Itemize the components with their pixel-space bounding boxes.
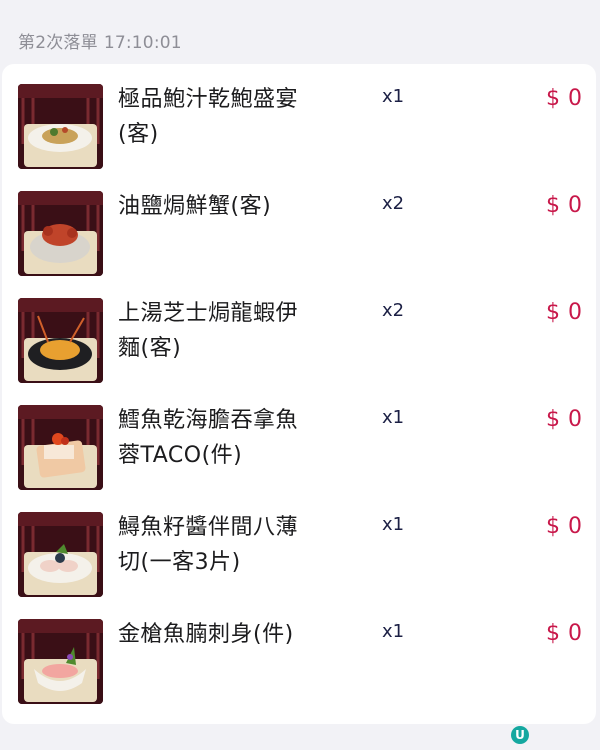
item-name: 鱈魚乾海膽吞拿魚蓉TACO(件)	[118, 408, 299, 468]
brand-watermark-icon: U	[511, 726, 529, 744]
order-item[interactable]: 鱈魚乾海膽吞拿魚蓉TACO(件) x1 $0	[2, 385, 596, 492]
order-item[interactable]: 金槍魚腩刺身(件) x1 $0	[2, 599, 596, 706]
order-item[interactable]: 極品鮑汁乾鮑盛宴(客) x1 $0	[2, 64, 596, 171]
dish-carpaccio-image	[18, 512, 103, 597]
item-name: 金槍魚腩刺身(件)	[118, 622, 294, 647]
item-name: 上湯芝士焗龍蝦伊麵(客)	[118, 301, 299, 361]
item-price-value: 0	[568, 514, 582, 539]
item-price: $0	[546, 514, 582, 539]
dish-abalone-image	[18, 84, 103, 169]
order-items-card: 極品鮑汁乾鮑盛宴(客) x1 $0 油鹽焗鮮蟹(客) x2 $0 上湯芝士焗龍蝦…	[2, 64, 596, 724]
item-quantity: x1	[381, 514, 405, 535]
order-time: 17:10:01	[103, 33, 182, 53]
item-quantity: x1	[381, 407, 405, 428]
item-price: $0	[546, 407, 582, 432]
order-item[interactable]: 鱘魚籽醬伴間八薄切(一客3片) x1 $0	[2, 492, 596, 599]
item-price: $0	[546, 193, 582, 218]
order-round-label: 第2次落單	[18, 33, 98, 53]
item-quantity: x2	[381, 300, 405, 321]
item-price: $0	[546, 300, 582, 325]
order-item[interactable]: 上湯芝士焗龍蝦伊麵(客) x2 $0	[2, 278, 596, 385]
item-name: 鱘魚籽醬伴間八薄切(一客3片)	[118, 515, 299, 575]
item-price-value: 0	[568, 621, 582, 646]
currency-symbol: $	[546, 193, 560, 218]
order-item[interactable]: 油鹽焗鮮蟹(客) x2 $0	[2, 171, 596, 278]
item-price: $0	[546, 621, 582, 646]
currency-symbol: $	[546, 300, 560, 325]
dish-taco-image	[18, 405, 103, 490]
item-quantity: x1	[381, 621, 405, 642]
item-name: 極品鮑汁乾鮑盛宴(客)	[118, 87, 299, 147]
item-quantity: x1	[381, 86, 405, 107]
item-price-value: 0	[568, 300, 582, 325]
item-price: $0	[546, 86, 582, 111]
currency-symbol: $	[546, 621, 560, 646]
item-price-value: 0	[568, 86, 582, 111]
dish-lobster-image	[18, 298, 103, 383]
dish-crab-image	[18, 191, 103, 276]
item-price-value: 0	[568, 193, 582, 218]
currency-symbol: $	[546, 514, 560, 539]
dish-sashimi-image	[18, 619, 103, 704]
item-name: 油鹽焗鮮蟹(客)	[118, 194, 272, 219]
item-price-value: 0	[568, 407, 582, 432]
item-quantity: x2	[381, 193, 405, 214]
order-round-header: 第2次落單 17:10:01	[18, 28, 188, 53]
currency-symbol: $	[546, 407, 560, 432]
currency-symbol: $	[546, 86, 560, 111]
order-page: 第2次落單 17:10:01 極品鮑汁乾鮑盛宴(客) x1 $0 油鹽焗鮮蟹(客…	[0, 0, 600, 750]
